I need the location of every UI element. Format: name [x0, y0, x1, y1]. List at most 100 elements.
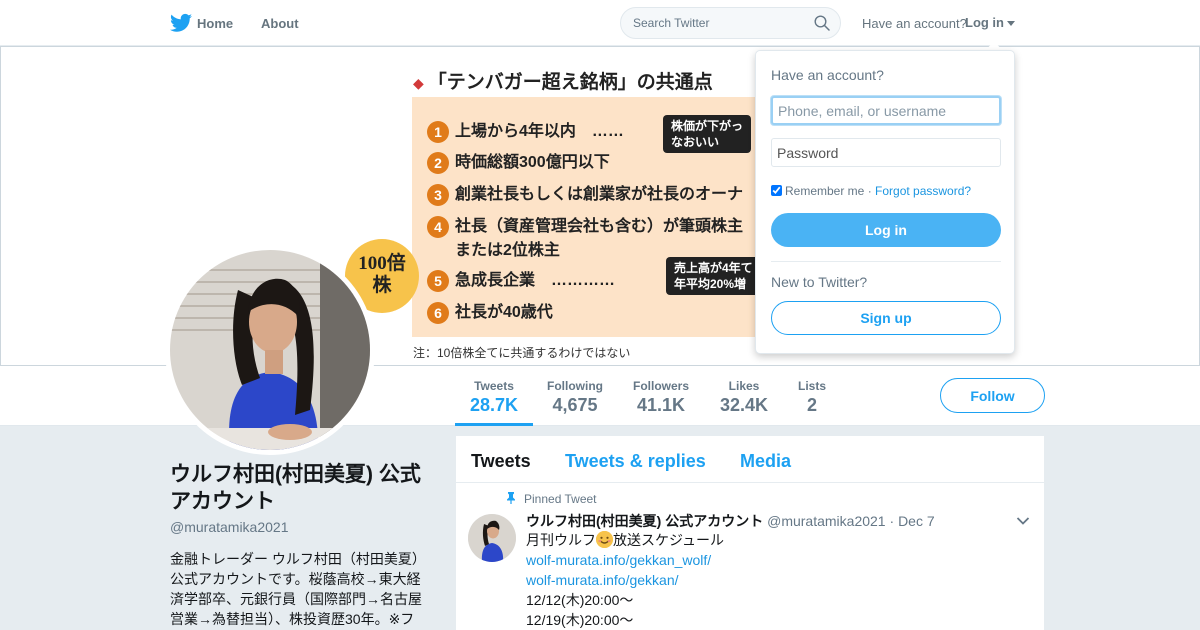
tab-tweets-replies[interactable]: Tweets & replies	[565, 451, 706, 472]
tweet-body: 月刊ウルフ 放送スケジュール wolf-murata.info/gekkan_wo…	[526, 530, 724, 630]
password-input[interactable]	[771, 138, 1001, 167]
stat-lists[interactable]: Lists 2	[790, 366, 834, 426]
number-badge: 1	[427, 120, 449, 143]
dropdown-divider	[771, 261, 1001, 262]
stat-value: 2	[806, 395, 817, 415]
stat-label: Followers	[632, 379, 689, 393]
tweet-header: ウルフ村田(村田美夏) 公式アカウント @muratamika2021 · De…	[526, 511, 935, 531]
tweet-link[interactable]: wolf-murata.info/gekkan_wolf/	[526, 550, 724, 570]
tweet-link[interactable]: wolf-murata.info/gekkan/	[526, 570, 724, 590]
number-badge: 5	[427, 269, 449, 292]
stat-followers[interactable]: Followers 41.1K	[626, 366, 696, 426]
avatar-photo	[170, 250, 370, 450]
login-button[interactable]: Log in	[771, 213, 1001, 247]
diamond-icon: ◆	[413, 75, 424, 91]
stat-label: Tweets	[474, 379, 514, 393]
bubble-line: 100倍	[358, 253, 406, 274]
username-input[interactable]	[771, 96, 1001, 125]
nav-home-link[interactable]: Home	[197, 16, 233, 31]
forgot-password-link[interactable]: Forgot password?	[875, 184, 971, 198]
stat-value: 4,675	[552, 395, 598, 415]
remember-separator: ·	[864, 184, 876, 198]
tweet-line: 12/12(木)20:00～	[526, 592, 634, 608]
nav-about-link[interactable]: About	[261, 16, 299, 31]
banner-item-text: 創業社長もしくは創業家が社長のオーナ	[455, 186, 744, 203]
smiling-face-icon	[596, 531, 613, 548]
banner-title: ◆ 「テンバガー超え銘柄」の共通点	[413, 67, 713, 94]
tweet-text: 放送スケジュール	[613, 532, 725, 548]
tweet-author-name[interactable]: ウルフ村田(村田美夏) 公式アカウント	[526, 513, 763, 529]
callout-line: なおいい	[671, 135, 720, 149]
number-badge: 3	[427, 183, 449, 206]
tweet-author-handle[interactable]: @muratamika2021	[767, 513, 886, 529]
profile-avatar[interactable]	[165, 245, 375, 455]
pin-icon	[507, 492, 515, 504]
banner-item-text: 社長が40歳代	[455, 304, 553, 321]
banner-title-text: 「テンバガー超え銘柄」の共通点	[427, 72, 713, 93]
stat-following[interactable]: Following 4,675	[540, 366, 610, 426]
tweet-separator: ·	[889, 513, 895, 529]
number-badge: 4	[427, 215, 449, 238]
bubble-line: 株	[372, 275, 392, 296]
chevron-down-icon[interactable]	[1016, 516, 1030, 526]
tweet-date[interactable]: Dec 7	[898, 513, 935, 529]
pinned-label: Pinned Tweet	[506, 492, 597, 506]
banner-item-continued: または2位株主	[455, 242, 560, 259]
remember-me-checkbox[interactable]	[771, 185, 782, 196]
tab-tweets[interactable]: Tweets	[471, 451, 531, 472]
stat-likes[interactable]: Likes 32.4K	[714, 366, 774, 426]
search-icon[interactable]	[814, 15, 830, 31]
pinned-text: Pinned Tweet	[524, 492, 597, 506]
banner-item-text: 急成長企業 …………	[455, 272, 616, 289]
signup-button[interactable]: Sign up	[771, 301, 1001, 335]
banner-item-text: 社長（資産管理会社も含む）が筆頭株主	[455, 218, 744, 235]
search-input[interactable]	[621, 8, 801, 38]
banner-item: 2 時価総額300億円以下	[427, 148, 610, 174]
login-menu-toggle[interactable]: Log in	[965, 15, 1015, 30]
banner-item: 6 社長が40歳代	[427, 298, 553, 324]
profile-name: ウルフ村田(村田美夏) 公式アカウント	[170, 463, 421, 513]
remember-row: Remember me · Forgot password?	[771, 184, 971, 198]
login-menu-label: Log in	[965, 15, 1004, 30]
banner-item-text: 時価総額300億円以下	[455, 154, 610, 171]
banner-item: 5 急成長企業 …………	[427, 266, 615, 292]
stat-value: 41.1K	[636, 395, 686, 415]
stat-label: Following	[547, 379, 603, 393]
new-to-twitter-text: New to Twitter?	[771, 274, 868, 290]
tab-media[interactable]: Media	[740, 451, 791, 472]
banner-note: 注：10倍株全てに共通するわけではない	[413, 346, 631, 360]
top-nav: Home About Have an account? Log in	[0, 0, 1200, 46]
have-account-text: Have an account?	[862, 16, 967, 31]
login-dropdown: Have an account? Remember me · Forgot pa…	[755, 50, 1015, 354]
twitter-bird-icon[interactable]	[170, 13, 192, 33]
login-dropdown-title: Have an account?	[771, 67, 884, 83]
search-box[interactable]	[620, 7, 841, 39]
tweet-line: 月刊ウルフ 放送スケジュール	[526, 530, 724, 550]
banner-item: 3 創業社長もしくは創業家が社長のオーナ	[427, 180, 743, 206]
stat-value: 32.4K	[719, 395, 769, 415]
timeline-tabs: Tweets Tweets & replies Media	[456, 436, 1044, 483]
stat-label: Likes	[728, 379, 760, 393]
stat-tweets[interactable]: Tweets 28.7K	[455, 366, 533, 426]
tweet-line: 12/19(木)20:00～	[526, 612, 634, 628]
tweet-avatar-photo	[468, 514, 516, 562]
stat-label: Lists	[797, 379, 826, 393]
banner-item: 4 社長（資産管理会社も含む）が筆頭株主	[427, 212, 743, 238]
caret-down-icon	[1007, 21, 1015, 27]
tweet-text: 月刊ウルフ	[526, 532, 596, 548]
tweet-avatar[interactable]	[468, 514, 516, 562]
profile-bio: 金融トレーダー ウルフ村田（村田美夏）公式アカウントです。桜蔭高校→東大経済学部…	[170, 551, 426, 627]
number-badge: 6	[427, 301, 449, 324]
profile-handle[interactable]: @muratamika2021	[170, 519, 289, 535]
banner-callout: 売上高が4年て 年平均20%増	[666, 257, 761, 295]
stat-value: 28.7K	[469, 395, 519, 415]
banner-item-text: 上場から4年以内 ……	[455, 123, 624, 140]
banner-callout: 株価が下がっ なおいい	[663, 115, 752, 153]
timeline: Tweets Tweets & replies Media Pinned Twe…	[456, 436, 1044, 630]
number-badge: 2	[427, 151, 449, 174]
callout-line: 年平均20%増	[674, 277, 747, 291]
callout-line: 売上高が4年て	[674, 261, 753, 275]
follow-button[interactable]: Follow	[940, 378, 1045, 413]
remember-me-label[interactable]: Remember me	[785, 184, 864, 198]
banner-item: 1 上場から4年以内 ……	[427, 117, 624, 143]
